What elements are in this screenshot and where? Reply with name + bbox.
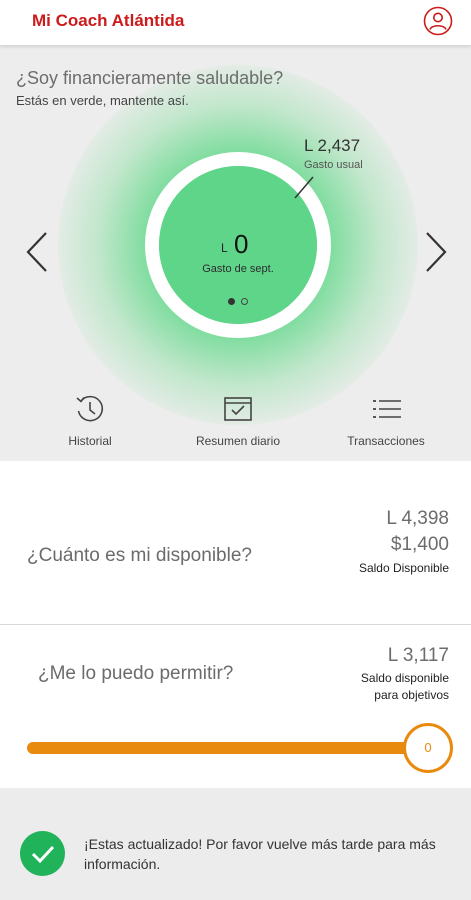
update-status-message: ¡Estas actualizado! Por favor vuelve más…: [84, 836, 436, 872]
health-panel: ¿Soy financieramente saludable? Estás en…: [0, 46, 471, 461]
transactions-button[interactable]: Transacciones: [326, 392, 446, 450]
afford-label: Saldo disponible para objetivos: [289, 670, 449, 704]
calendar-check-icon: [224, 397, 252, 421]
check-icon: [20, 831, 65, 876]
afford-slider-track[interactable]: [27, 742, 427, 754]
page-dot-active[interactable]: [228, 298, 235, 305]
afford-value: L 3,117: [387, 645, 449, 666]
available-value-usd: $1,400: [390, 534, 449, 555]
transactions-label: Transacciones: [347, 434, 425, 448]
history-label: Historial: [68, 434, 112, 448]
spent-currency: L: [221, 241, 228, 255]
available-question: ¿Cuánto es mi disponible?: [27, 545, 252, 566]
app-title: Mi Coach Atlántida: [32, 11, 185, 30]
daily-summary-button[interactable]: Resumen diario: [178, 392, 298, 450]
daily-summary-label: Resumen diario: [195, 434, 281, 448]
usual-spend-value: L 2,437: [304, 136, 361, 155]
chevron-left-icon[interactable]: [22, 229, 52, 275]
profile-icon[interactable]: [423, 6, 453, 36]
spent-value: 0: [234, 229, 249, 259]
history-clock-icon: [76, 395, 103, 422]
available-label: Saldo Disponible: [358, 561, 449, 575]
list-icon: [373, 400, 401, 418]
divider: [0, 624, 471, 625]
page-dot-inactive[interactable]: [241, 298, 248, 305]
available-value-local: L 4,398: [386, 508, 449, 529]
history-button[interactable]: Historial: [30, 392, 150, 450]
afford-label-line2: para objetivos: [374, 688, 449, 702]
afford-question: ¿Me lo puedo permitir?: [38, 663, 234, 684]
afford-label-line1: Saldo disponible: [360, 671, 449, 685]
afford-slider-handle[interactable]: 0: [403, 723, 453, 773]
app-bar: Mi Coach Atlántida: [0, 0, 471, 46]
usual-spend-label: Gasto usual: [304, 159, 363, 171]
spent-label: Gasto de sept.: [202, 263, 274, 275]
chevron-right-icon[interactable]: [421, 229, 451, 275]
